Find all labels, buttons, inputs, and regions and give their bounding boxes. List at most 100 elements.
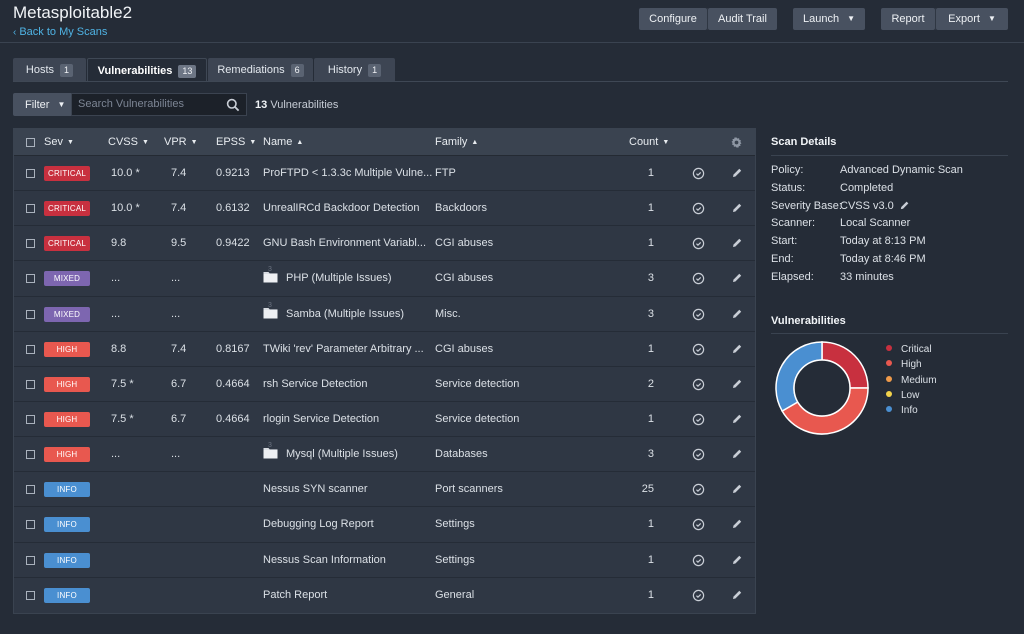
- column-epss[interactable]: EPSS ▼: [216, 129, 256, 156]
- audit-trail-button[interactable]: Audit Trail: [708, 8, 777, 30]
- snooze-check-icon[interactable]: [692, 413, 705, 426]
- row-checkbox[interactable]: [26, 450, 35, 460]
- edit-pencil-icon[interactable]: [731, 518, 744, 531]
- legend-item[interactable]: Low: [886, 390, 919, 401]
- snooze-check-icon[interactable]: [692, 378, 705, 391]
- edit-pencil-icon[interactable]: [731, 413, 744, 426]
- edit-pencil-icon[interactable]: [731, 237, 744, 250]
- row-family: Service detection: [435, 377, 520, 390]
- row-name[interactable]: GNU Bash Environment Variabl...: [263, 226, 426, 261]
- snooze-check-icon[interactable]: [692, 167, 705, 180]
- snooze-check-icon[interactable]: [692, 483, 705, 496]
- snooze-check-icon[interactable]: [692, 343, 705, 356]
- search-input[interactable]: Search Vulnerabilities: [71, 93, 247, 116]
- table-row[interactable]: HIGH 8.8 7.4 0.8167 TWiki 'rev' Paramete…: [14, 332, 755, 367]
- snooze-check-icon[interactable]: [692, 448, 705, 461]
- row-checkbox[interactable]: [26, 274, 35, 284]
- row-name[interactable]: TWiki 'rev' Parameter Arbitrary ...: [263, 332, 424, 367]
- row-name[interactable]: Nessus SYN scanner: [263, 472, 368, 507]
- report-button[interactable]: Report: [881, 8, 935, 30]
- snooze-check-icon[interactable]: [692, 589, 705, 602]
- row-vpr: 6.7: [171, 412, 187, 425]
- edit-pencil-icon[interactable]: [731, 308, 744, 321]
- row-name[interactable]: UnrealIRCd Backdoor Detection: [263, 191, 420, 226]
- edit-pencil-icon[interactable]: [731, 343, 744, 356]
- edit-pencil-icon[interactable]: [731, 554, 744, 567]
- edit-pencil-icon[interactable]: [731, 483, 744, 496]
- table-row[interactable]: INFO Debugging Log Report Settings 1: [14, 507, 755, 543]
- column-sev[interactable]: Sev ▼: [44, 129, 74, 156]
- folder-group-icon: 3: [263, 439, 278, 459]
- table-row[interactable]: CRITICAL 10.0 * 7.4 0.9213 ProFTPD < 1.3…: [14, 156, 755, 192]
- table-row[interactable]: MIXED ... ... 3 Samba (Multiple Issues) M…: [14, 297, 755, 332]
- caret-down-icon: ▼: [847, 14, 855, 23]
- configure-button[interactable]: Configure: [639, 8, 707, 30]
- snooze-check-icon[interactable]: [692, 272, 705, 285]
- row-checkbox[interactable]: [26, 379, 35, 389]
- tab-hosts[interactable]: Hosts 1: [13, 58, 86, 82]
- row-name[interactable]: 3 Samba (Multiple Issues): [263, 297, 404, 332]
- row-name[interactable]: 3 PHP (Multiple Issues): [263, 261, 392, 296]
- snooze-check-icon[interactable]: [692, 554, 705, 567]
- tab-vulnerabilities[interactable]: Vulnerabilities 13: [87, 58, 207, 82]
- row-name[interactable]: Nessus Scan Information: [263, 543, 386, 578]
- table-row[interactable]: CRITICAL 9.8 9.5 0.9422 GNU Bash Environ…: [14, 226, 755, 262]
- table-row[interactable]: HIGH ... ... 3 Mysql (Multiple Issues) Da…: [14, 437, 755, 473]
- row-name[interactable]: ProFTPD < 1.3.3c Multiple Vulne...: [263, 156, 432, 191]
- column-count[interactable]: Count ▼: [629, 129, 669, 156]
- legend-item[interactable]: Medium: [886, 375, 937, 386]
- table-row[interactable]: INFO Nessus Scan Information Settings 1: [14, 543, 755, 578]
- select-all-checkbox[interactable]: [26, 138, 35, 147]
- column-name[interactable]: Name ▲: [263, 129, 303, 156]
- severity-badge: MIXED: [44, 271, 90, 287]
- edit-pencil-icon[interactable]: [731, 378, 744, 391]
- edit-pencil-icon[interactable]: [731, 589, 744, 602]
- column-vpr[interactable]: VPR ▼: [164, 129, 198, 156]
- column-cvss[interactable]: CVSS ▼: [108, 129, 149, 156]
- row-checkbox[interactable]: [26, 239, 35, 249]
- group-count: 3: [268, 442, 272, 450]
- row-checkbox[interactable]: [26, 344, 35, 354]
- row-name[interactable]: rsh Service Detection: [263, 367, 368, 402]
- row-checkbox[interactable]: [26, 309, 35, 319]
- filter-button[interactable]: Filter ▼: [13, 93, 71, 116]
- snooze-check-icon[interactable]: [692, 237, 705, 250]
- column-family[interactable]: Family ▲: [435, 129, 478, 156]
- back-link[interactable]: ‹ Back to My Scans: [13, 26, 107, 38]
- legend-item[interactable]: Critical: [886, 344, 932, 355]
- table-row[interactable]: INFO Patch Report General 1: [14, 578, 755, 613]
- row-checkbox[interactable]: [26, 414, 35, 424]
- table-row[interactable]: INFO Nessus SYN scanner Port scanners 25: [14, 472, 755, 508]
- edit-pencil-icon[interactable]: [731, 167, 744, 180]
- export-button[interactable]: Export ▼: [936, 8, 1008, 30]
- legend-item[interactable]: High: [886, 359, 922, 370]
- row-checkbox[interactable]: [26, 590, 35, 600]
- row-checkbox[interactable]: [26, 555, 35, 565]
- table-row[interactable]: HIGH 7.5 * 6.7 0.4664 rlogin Service Det…: [14, 402, 755, 438]
- edit-pencil-icon[interactable]: [899, 200, 910, 211]
- row-checkbox[interactable]: [26, 169, 35, 178]
- snooze-check-icon[interactable]: [692, 308, 705, 321]
- legend-item[interactable]: Info: [886, 405, 918, 416]
- search-icon[interactable]: [226, 98, 240, 112]
- table-row[interactable]: CRITICAL 10.0 * 7.4 0.6132 UnrealIRCd Ba…: [14, 191, 755, 227]
- table-row[interactable]: HIGH 7.5 * 6.7 0.4664 rsh Service Detect…: [14, 367, 755, 402]
- snooze-check-icon[interactable]: [692, 202, 705, 215]
- row-checkbox[interactable]: [26, 485, 35, 495]
- snooze-check-icon[interactable]: [692, 518, 705, 531]
- gear-icon[interactable]: [730, 136, 743, 149]
- row-checkbox[interactable]: [26, 520, 35, 530]
- row-checkbox[interactable]: [26, 204, 35, 214]
- tab-remediations[interactable]: Remediations 6: [208, 58, 313, 82]
- table-row[interactable]: MIXED ... ... 3 PHP (Multiple Issues) CGI…: [14, 261, 755, 297]
- row-name[interactable]: 3 Mysql (Multiple Issues): [263, 437, 398, 472]
- row-name[interactable]: rlogin Service Detection: [263, 402, 379, 437]
- caret-down-icon: ▼: [57, 100, 66, 109]
- edit-pencil-icon[interactable]: [731, 272, 744, 285]
- edit-pencil-icon[interactable]: [731, 448, 744, 461]
- launch-button[interactable]: Launch ▼: [793, 8, 865, 30]
- tab-history[interactable]: History 1: [314, 58, 395, 82]
- row-name[interactable]: Patch Report: [263, 578, 327, 613]
- row-name[interactable]: Debugging Log Report: [263, 507, 374, 542]
- edit-pencil-icon[interactable]: [731, 202, 744, 215]
